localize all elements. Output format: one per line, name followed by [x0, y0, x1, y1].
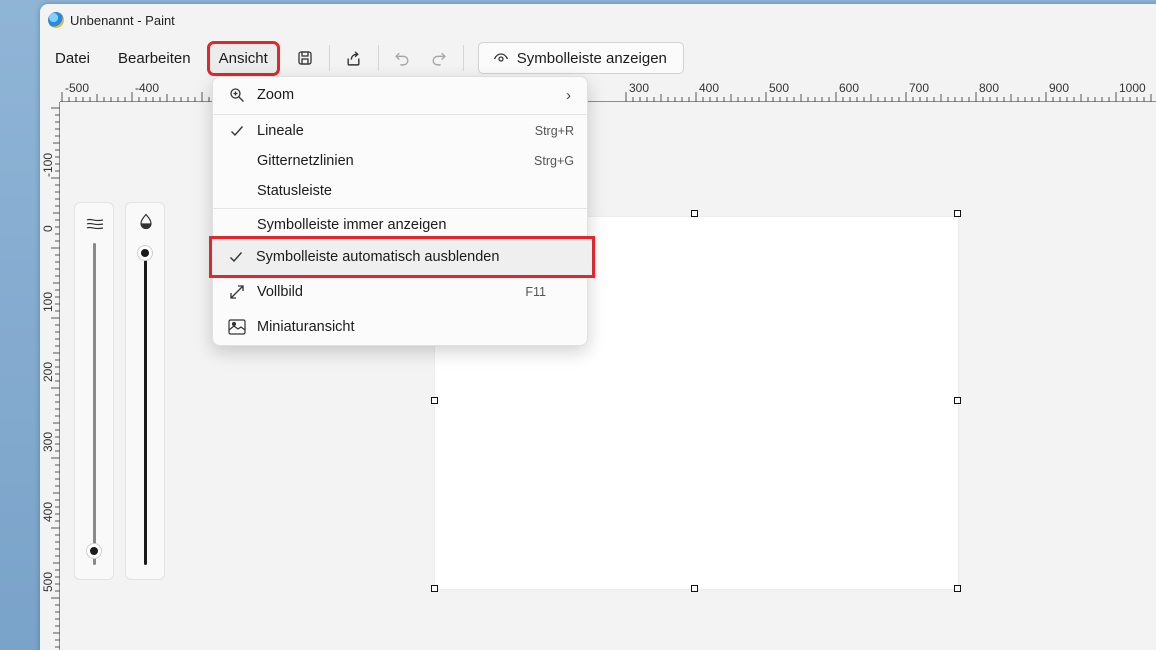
- rulers-shortcut: Strg+R: [534, 124, 574, 138]
- size-slider-thumb[interactable]: [86, 543, 102, 559]
- menu-gridlines[interactable]: Gitternetzlinien Strg+G: [213, 146, 587, 176]
- thumbnail-icon: [227, 317, 247, 337]
- menu-toolbar-always[interactable]: Symbolleiste immer anzeigen: [213, 210, 587, 240]
- resize-handle[interactable]: [954, 397, 961, 404]
- opacity-slider-thumb[interactable]: [137, 245, 153, 261]
- resize-handle[interactable]: [691, 210, 698, 217]
- ruler-label: 800: [979, 81, 1000, 95]
- save-icon[interactable]: [287, 42, 323, 74]
- menu-zoom[interactable]: Zoom ›: [213, 80, 587, 110]
- ruler-label: 400: [699, 81, 720, 95]
- statusbar-label: Statusleiste: [257, 183, 332, 199]
- toolbar-separator: [462, 45, 464, 71]
- gridlines-shortcut: Strg+G: [534, 154, 574, 168]
- ruler-label: 500: [769, 81, 790, 95]
- ruler-label: 500: [41, 571, 55, 592]
- menu-ansicht[interactable]: Ansicht: [206, 40, 280, 76]
- ruler-label: 100: [41, 291, 55, 312]
- share-icon[interactable]: [336, 42, 372, 74]
- view-menu-dropdown: Zoom › Lineale Strg+R Gitternetzlinien S…: [209, 76, 595, 346]
- checkmark-icon: [227, 121, 247, 141]
- toolbar-always-label: Symbolleiste immer anzeigen: [257, 217, 447, 233]
- ruler-label: 1000: [1119, 81, 1146, 95]
- rulers-label: Lineale: [257, 123, 304, 139]
- ruler-label: -500: [65, 81, 90, 95]
- show-toolbar-button[interactable]: Symbolleiste anzeigen: [477, 42, 684, 74]
- menu-rulers[interactable]: Lineale Strg+R: [213, 116, 587, 146]
- thumbnail-label: Miniaturansicht: [257, 319, 355, 335]
- menu-toolbar-autohide[interactable]: Symbolleiste automatisch ausblenden: [209, 236, 595, 278]
- opacity-slider-track[interactable]: [144, 257, 147, 565]
- vertical-ruler: -100 0 100 200 300 400 500: [40, 102, 60, 650]
- zoom-icon: [227, 85, 247, 105]
- undo-icon[interactable]: [385, 42, 421, 74]
- paint-app-icon: [48, 12, 64, 28]
- redo-icon[interactable]: [421, 42, 457, 74]
- resize-handle[interactable]: [954, 210, 961, 217]
- toolbar-separator: [377, 45, 379, 71]
- opacity-panel: [125, 202, 165, 580]
- ruler-label: 0: [41, 225, 55, 232]
- fullscreen-icon: [227, 282, 247, 302]
- toolbar-separator: [328, 45, 330, 71]
- resize-handle[interactable]: [431, 585, 438, 592]
- paint-window: Unbenannt - Paint Datei Bearbeiten Ansic…: [40, 4, 1156, 650]
- fullscreen-shortcut: F11: [525, 285, 546, 299]
- brush-size-panel: [74, 202, 114, 580]
- size-slider-track[interactable]: [93, 243, 96, 565]
- menu-separator: [213, 208, 587, 209]
- eye-icon: [493, 53, 508, 62]
- ruler-label: 400: [41, 501, 55, 522]
- chevron-right-icon: ›: [566, 86, 571, 104]
- fullscreen-label: Vollbild: [257, 284, 303, 300]
- ruler-label: 200: [41, 361, 55, 382]
- resize-handle[interactable]: [691, 585, 698, 592]
- ruler-label: -400: [135, 81, 160, 95]
- resize-handle[interactable]: [431, 397, 438, 404]
- ruler-label: 300: [41, 431, 55, 452]
- ruler-label: -100: [41, 152, 55, 177]
- ruler-label: 300: [629, 81, 650, 95]
- menu-fullscreen[interactable]: Vollbild F11: [213, 277, 587, 307]
- menu-thumbnail[interactable]: Miniaturansicht: [213, 312, 587, 342]
- opacity-drop-icon: [140, 213, 152, 230]
- menu-separator: [213, 114, 587, 115]
- menu-bearbeiten[interactable]: Bearbeiten: [109, 44, 200, 73]
- gridlines-label: Gitternetzlinien: [257, 153, 354, 169]
- toolbar-autohide-label: Symbolleiste automatisch ausblenden: [256, 249, 500, 265]
- checkmark-icon: [226, 247, 246, 267]
- title-bar: Unbenannt - Paint: [40, 4, 1156, 36]
- show-toolbar-label: Symbolleiste anzeigen: [516, 49, 667, 67]
- window-title: Unbenannt - Paint: [70, 12, 175, 28]
- ruler-label: 700: [909, 81, 930, 95]
- stroke-size-icon: [86, 218, 104, 230]
- ruler-label: 600: [839, 81, 860, 95]
- resize-handle[interactable]: [954, 585, 961, 592]
- menu-bar: Datei Bearbeiten Ansicht Symbolleiste an…: [40, 38, 1156, 78]
- zoom-label: Zoom: [257, 87, 295, 103]
- ruler-label: 900: [1049, 81, 1070, 95]
- menu-datei[interactable]: Datei: [46, 44, 99, 73]
- menu-statusbar[interactable]: Statusleiste: [213, 176, 587, 206]
